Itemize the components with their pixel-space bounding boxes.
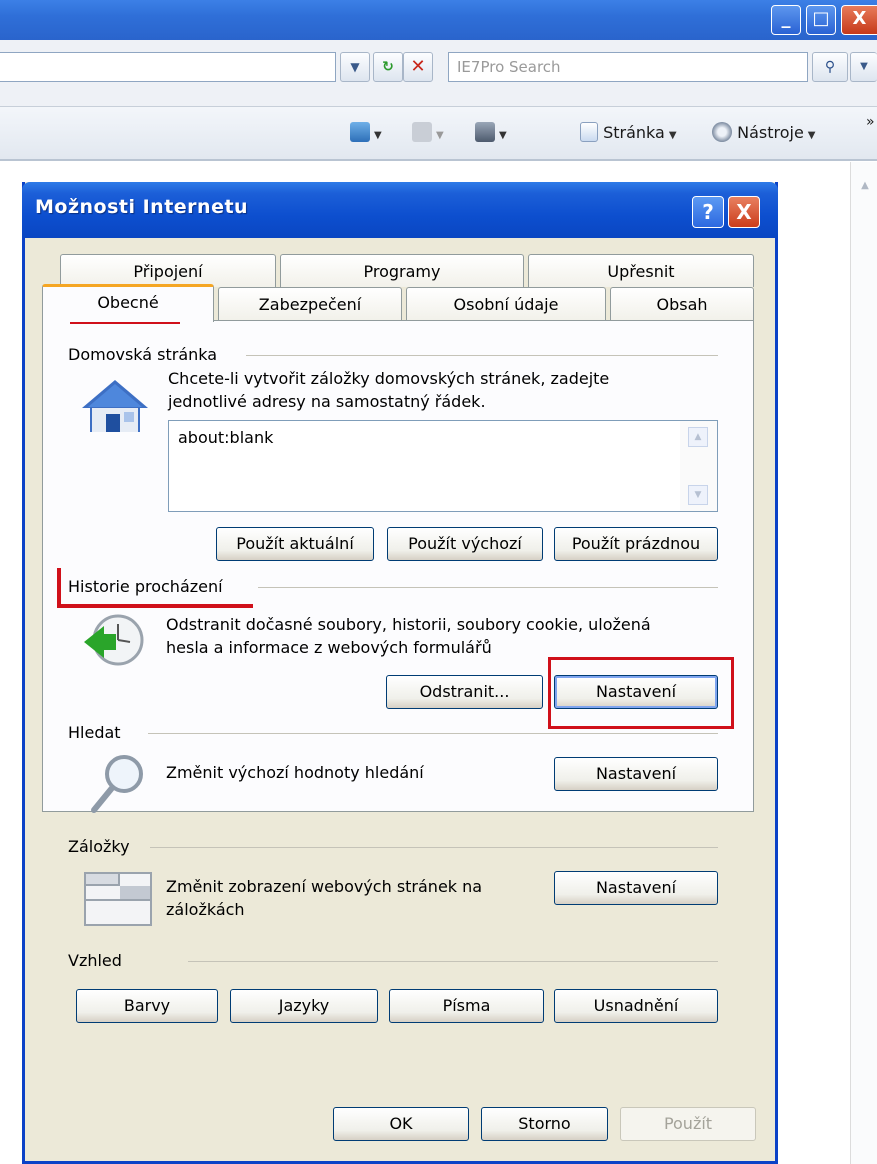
history-section-label: Historie procházení <box>68 577 223 596</box>
tabs-section-label: Záložky <box>68 837 130 856</box>
refresh-icon[interactable]: ↻ <box>373 52 403 82</box>
chevron-down-icon: ▼ <box>436 130 444 141</box>
tab-privacy[interactable]: Osobní údaje <box>406 287 606 320</box>
section-divider <box>148 733 718 734</box>
printer-icon <box>475 122 495 142</box>
tab-connections[interactable]: Připojení <box>60 254 276 287</box>
feeds-button[interactable]: ▼ <box>412 120 444 146</box>
annotation-highlight-box <box>548 657 734 729</box>
page-scrollbar[interactable] <box>850 162 877 1164</box>
homepage-value: about:blank <box>178 428 274 447</box>
magnifier-icon <box>91 755 143 813</box>
chevron-down-icon: ▼ <box>499 130 507 141</box>
chevron-down-icon: ▼ <box>668 130 677 141</box>
print-button[interactable]: ▼ <box>475 120 507 146</box>
minimize-button[interactable]: _ <box>771 5 801 35</box>
accessibility-button[interactable]: Usnadnění <box>554 989 718 1023</box>
page-menu-label: Stránka <box>603 123 665 142</box>
homepage-description-line2: jednotlivé adresy na samostatný řádek. <box>168 392 486 411</box>
maximize-button[interactable]: □ <box>806 5 836 35</box>
gear-icon <box>712 122 732 142</box>
history-clock-icon <box>84 614 144 666</box>
cancel-button[interactable]: Storno <box>481 1107 608 1141</box>
history-description-line2: hesla a informace z webových formulářů <box>166 638 492 657</box>
tab-content[interactable]: Obsah <box>610 287 754 320</box>
address-input[interactable] <box>0 52 336 82</box>
address-dropdown-icon[interactable]: ▼ <box>340 52 370 82</box>
scroll-down-icon[interactable]: ▼ <box>688 485 708 505</box>
overflow-chevron-icon[interactable]: » <box>866 109 875 135</box>
dialog-close-button[interactable]: X <box>728 196 760 228</box>
use-blank-button[interactable]: Použít prázdnou <box>554 527 718 561</box>
command-bar: ▼ ▼ ▼ Stránka ▼ Nástroje ▼ » <box>0 107 877 161</box>
use-default-button[interactable]: Použít výchozí <box>387 527 543 561</box>
scroll-up-icon[interactable]: ▲ <box>857 178 873 194</box>
search-section-label: Hledat <box>68 723 121 742</box>
use-current-button[interactable]: Použít aktuální <box>216 527 374 561</box>
tab-general[interactable]: Obecné <box>42 284 214 322</box>
tab-security[interactable]: Zabezpečení <box>218 287 402 320</box>
home-button[interactable]: ▼ <box>350 120 382 146</box>
languages-button[interactable]: Jazyky <box>230 989 378 1023</box>
page-icon <box>580 122 598 142</box>
annotation-mark <box>57 604 253 608</box>
tab-programs[interactable]: Programy <box>280 254 524 287</box>
tab-advanced[interactable]: Upřesnit <box>528 254 754 287</box>
tools-menu-button[interactable]: Nástroje ▼ <box>712 120 815 146</box>
browser-title-bar <box>0 0 877 40</box>
tabs-description-line1: Změnit zobrazení webových stránek na <box>166 877 483 896</box>
section-divider <box>188 961 718 962</box>
chevron-down-icon: ▼ <box>807 130 816 141</box>
stop-icon[interactable]: ✕ <box>403 52 433 82</box>
annotation-mark <box>57 568 61 608</box>
homepage-scrollbar[interactable]: ▲ ▼ <box>680 421 717 511</box>
house-icon <box>82 380 148 432</box>
apply-button[interactable]: Použít <box>620 1107 756 1141</box>
tabs-settings-button[interactable]: Nastavení <box>554 871 718 905</box>
tools-menu-label: Nástroje <box>737 123 804 142</box>
homepage-description-line1: Chcete-li vytvořit záložky domovských st… <box>168 369 610 388</box>
section-divider <box>246 355 718 356</box>
search-description: Změnit výchozí hodnoty hledání <box>166 763 424 782</box>
search-icon[interactable]: ⚲ <box>812 52 848 82</box>
history-description-line1: Odstranit dočasné soubory, historii, sou… <box>166 615 651 634</box>
homepage-section-label: Domovská stránka <box>68 345 218 364</box>
home-icon <box>350 122 370 142</box>
scroll-up-icon[interactable]: ▲ <box>688 427 708 447</box>
dialog-title: Možnosti Internetu <box>35 196 249 218</box>
close-window-button[interactable]: X <box>841 5 877 35</box>
tabs-icon <box>84 872 152 926</box>
delete-history-button[interactable]: Odstranit... <box>386 675 543 709</box>
ok-button[interactable]: OK <box>333 1107 469 1141</box>
page-menu-button[interactable]: Stránka ▼ <box>580 120 677 146</box>
fonts-button[interactable]: Písma <box>389 989 544 1023</box>
search-settings-button[interactable]: Nastavení <box>554 757 718 791</box>
search-input[interactable]: IE7Pro Search <box>448 52 808 82</box>
chevron-down-icon: ▼ <box>374 130 382 141</box>
feeds-icon <box>412 122 432 142</box>
colors-button[interactable]: Barvy <box>76 989 218 1023</box>
appearance-section-label: Vzhled <box>68 951 122 970</box>
tabs-description-line2: záložkách <box>166 900 245 919</box>
help-button[interactable]: ? <box>692 196 724 228</box>
section-divider <box>150 847 718 848</box>
section-divider <box>258 587 718 588</box>
search-dropdown-icon[interactable]: ▼ <box>850 52 877 82</box>
address-toolbar: ▼ ↻ ✕ IE7Pro Search ⚲ ▼ <box>0 40 877 107</box>
